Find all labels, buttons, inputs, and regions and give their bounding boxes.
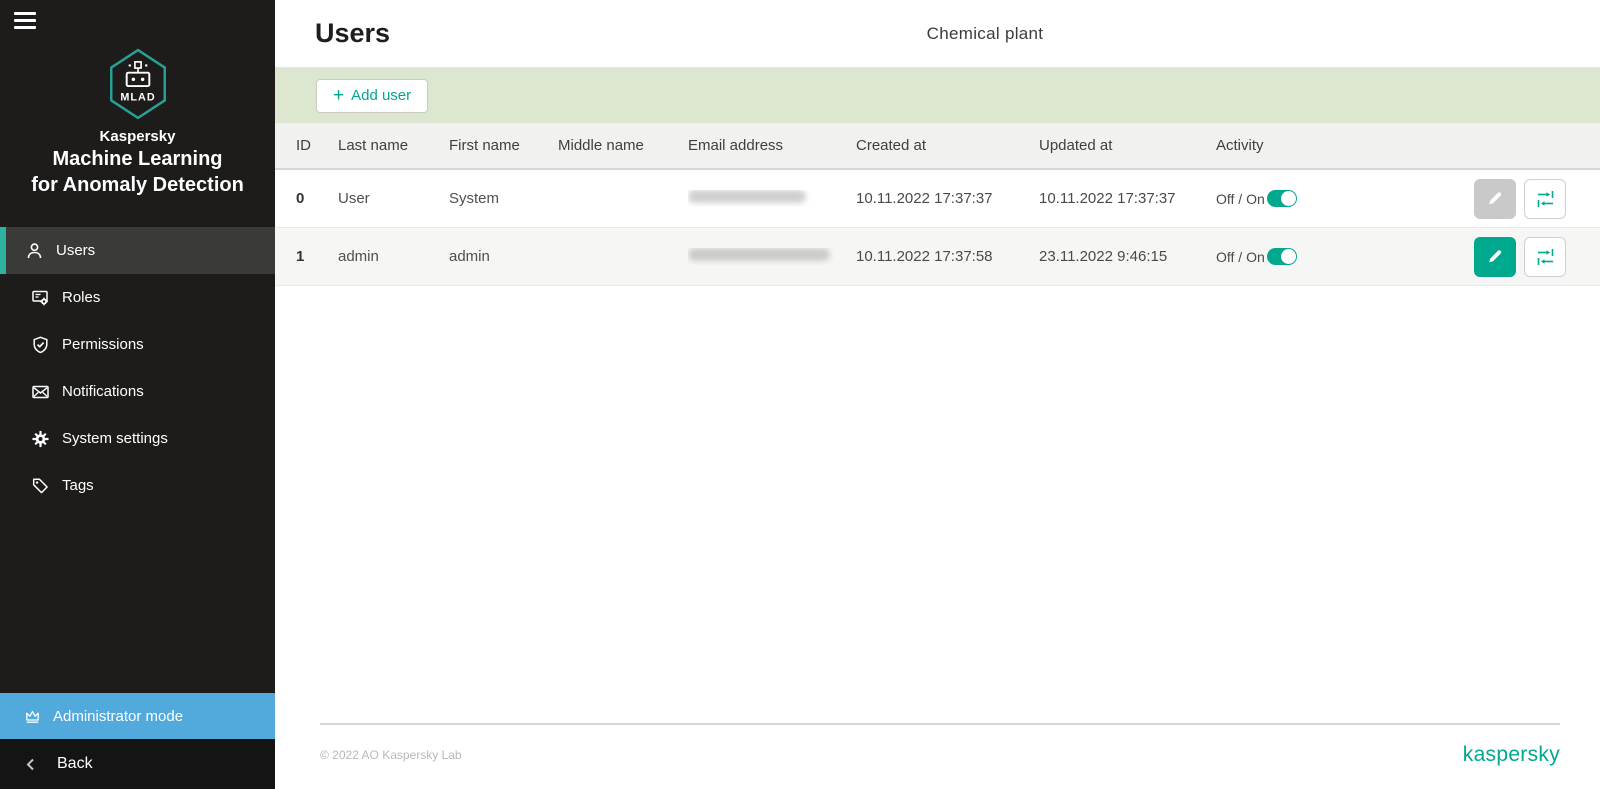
column-header-updated-at: Updated at xyxy=(1039,137,1113,154)
toolbar: + Add user xyxy=(275,68,1600,123)
svg-text:MLAD: MLAD xyxy=(120,91,155,103)
page-header: Users Chemical plant xyxy=(275,0,1600,68)
kaspersky-logo: kaspersky xyxy=(1462,743,1560,766)
cell-last-name: admin xyxy=(338,248,379,265)
row-actions xyxy=(1474,178,1592,219)
cell-first-name: admin xyxy=(449,248,490,265)
tag-icon xyxy=(30,476,50,496)
column-header-created-at: Created at xyxy=(856,137,927,154)
user-icon xyxy=(24,241,44,261)
cell-email xyxy=(688,248,856,265)
column-header-last-name: Last name xyxy=(338,137,409,154)
brand-logo: MLAD Kaspersky Machine Learning for Anom… xyxy=(0,48,275,197)
activity-label: Off / On xyxy=(1216,190,1265,207)
users-table: ID Last name First name Middle name Emai… xyxy=(275,123,1600,286)
cell-activity: Off / On xyxy=(1216,178,1600,219)
cell-id: 0 xyxy=(296,190,305,207)
sidebar-item-system-settings[interactable]: System settings xyxy=(0,415,275,462)
envelope-icon xyxy=(30,382,50,402)
swap-arrows-icon xyxy=(1537,190,1553,207)
cell-first-name: System xyxy=(449,190,500,207)
mlad-hexagon-logo-icon: MLAD xyxy=(109,48,166,120)
switch-user-button[interactable] xyxy=(1524,178,1566,219)
email-redacted xyxy=(688,190,806,203)
sidebar-item-label: Roles xyxy=(62,289,101,306)
sidebar-item-permissions[interactable]: Permissions xyxy=(0,321,275,368)
cell-activity: Off / On xyxy=(1216,236,1600,277)
pencil-icon xyxy=(1489,191,1502,204)
footer-divider xyxy=(320,723,1560,725)
brand-product-line1: Machine Learning xyxy=(52,148,223,170)
edit-button[interactable] xyxy=(1474,236,1516,277)
add-user-label: Add user xyxy=(351,87,412,104)
column-header-id: ID xyxy=(296,137,311,154)
activity-toggle[interactable] xyxy=(1266,190,1297,207)
sidebar-item-roles[interactable]: Roles xyxy=(0,274,275,321)
swap-arrows-icon xyxy=(1537,248,1553,265)
edit-button xyxy=(1474,178,1516,219)
page-title: Users xyxy=(315,18,391,48)
cell-last-name: User xyxy=(338,190,370,207)
hamburger-menu-icon[interactable] xyxy=(0,0,46,40)
chevron-left-icon xyxy=(26,758,35,771)
administrator-mode-label: Administrator mode xyxy=(53,707,184,725)
add-user-button[interactable]: + Add user xyxy=(316,78,429,113)
column-header-activity: Activity xyxy=(1216,137,1264,154)
sidebar-item-users[interactable]: Users xyxy=(0,227,275,274)
activity-label: Off / On xyxy=(1216,248,1265,265)
column-header-email: Email address xyxy=(688,137,784,154)
sidebar-item-notifications[interactable]: Notifications xyxy=(0,368,275,415)
roles-icon xyxy=(30,288,50,308)
sidebar: MLAD Kaspersky Machine Learning for Anom… xyxy=(0,0,275,789)
table-row: 1 admin admin 10.11.2022 17:37:58 23.11.… xyxy=(275,228,1600,286)
row-actions xyxy=(1474,236,1592,277)
sidebar-item-label: Permissions xyxy=(62,336,144,353)
brand-company: Kaspersky xyxy=(99,128,176,145)
sidebar-item-label: Users xyxy=(56,242,96,259)
pencil-icon xyxy=(1489,249,1502,262)
cell-created-at: 10.11.2022 17:37:58 xyxy=(856,248,993,265)
cell-email xyxy=(688,190,856,207)
sidebar-nav: Users Roles Permissions Notifications Sy… xyxy=(0,227,275,509)
back-label: Back xyxy=(57,755,93,772)
footer: © 2022 AO Kaspersky Lab kaspersky xyxy=(275,723,1600,789)
gear-icon xyxy=(30,429,50,449)
table-row: 0 User System 10.11.2022 17:37:37 10.11.… xyxy=(275,170,1600,228)
shield-icon xyxy=(30,335,50,355)
sidebar-item-label: Notifications xyxy=(62,383,144,400)
switch-user-button[interactable] xyxy=(1524,236,1566,277)
crown-icon xyxy=(24,709,41,724)
administrator-mode-button[interactable]: Administrator mode xyxy=(0,693,275,739)
sidebar-item-label: Tags xyxy=(62,477,94,494)
back-button[interactable]: Back xyxy=(0,739,275,789)
sidebar-item-label: System settings xyxy=(62,430,168,447)
brand-product-line2: for Anomaly Detection xyxy=(31,174,244,196)
cell-updated-at: 10.11.2022 17:37:37 xyxy=(1039,190,1176,207)
sidebar-item-tags[interactable]: Tags xyxy=(0,462,275,509)
table-header-row: ID Last name First name Middle name Emai… xyxy=(275,123,1600,170)
context-title: Chemical plant xyxy=(926,23,1044,43)
activity-toggle[interactable] xyxy=(1266,248,1297,265)
cell-created-at: 10.11.2022 17:37:37 xyxy=(856,190,993,207)
app-window: MLAD Kaspersky Machine Learning for Anom… xyxy=(0,0,1600,789)
plus-icon: + xyxy=(333,85,345,106)
column-header-first-name: First name xyxy=(449,137,520,154)
main-content: Users Chemical plant + Add user ID Last … xyxy=(275,0,1600,789)
copyright-text: © 2022 AO Kaspersky Lab xyxy=(320,748,462,762)
cell-updated-at: 23.11.2022 9:46:15 xyxy=(1039,248,1168,265)
cell-id: 1 xyxy=(296,248,305,265)
email-redacted xyxy=(688,248,830,261)
column-header-middle-name: Middle name xyxy=(558,137,644,154)
